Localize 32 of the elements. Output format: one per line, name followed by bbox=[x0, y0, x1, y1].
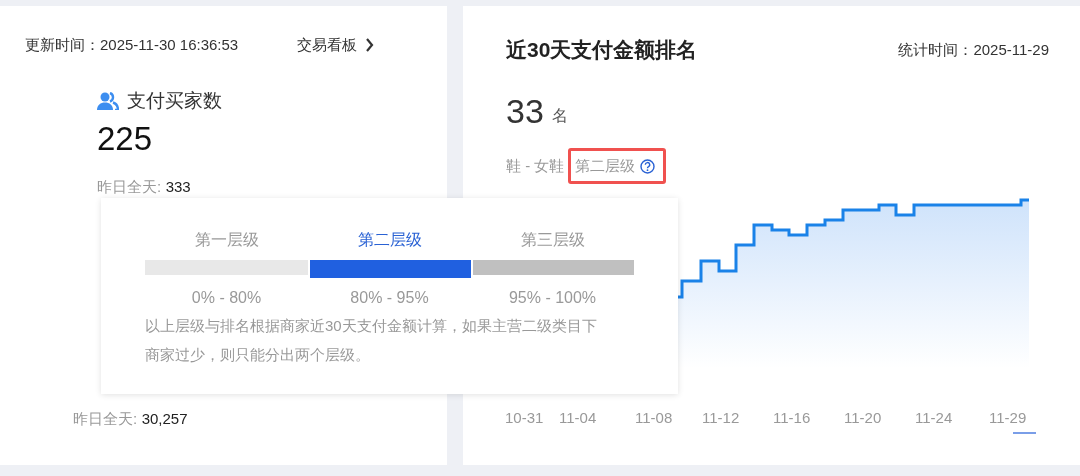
yesterday-label: 昨日全天: bbox=[73, 410, 138, 427]
yesterday-value: 333 bbox=[165, 177, 191, 195]
axis-label: 10-31 bbox=[505, 408, 544, 428]
dashboard-link[interactable]: 交易看板 bbox=[297, 34, 374, 57]
axis-label: 11-08 bbox=[635, 408, 673, 428]
stat-time: 统计时间：2025-11-29 bbox=[898, 39, 1049, 60]
category-label: 鞋 - 女鞋 bbox=[506, 155, 565, 176]
help-icon[interactable] bbox=[640, 158, 656, 174]
metric-value: 225 bbox=[97, 119, 154, 159]
axis-label: 11-24 bbox=[915, 408, 953, 428]
rank-unit: 名 bbox=[551, 105, 568, 126]
tier-range: 95% - 100% bbox=[507, 288, 598, 308]
tier-name: 第二层级 bbox=[356, 230, 423, 250]
axis-label: 11-20 bbox=[844, 408, 882, 428]
tier-range: 0% - 80% bbox=[190, 288, 263, 308]
axis-label: 11-16 bbox=[773, 408, 811, 428]
axis-label: 11-12 bbox=[702, 408, 740, 428]
tier-label: 第二层级 bbox=[568, 147, 667, 184]
tier-name: 第一层级 bbox=[193, 230, 260, 250]
axis-label: 11-04 bbox=[559, 408, 597, 428]
card-title: 近30天支付金额排名 bbox=[506, 37, 698, 63]
users-icon bbox=[97, 91, 119, 110]
chevron-right-icon bbox=[365, 38, 374, 53]
tier-name: 第三层级 bbox=[519, 230, 586, 250]
update-time: 更新时间：2025-11-30 16:36:53 bbox=[25, 35, 239, 55]
axis-label: 11-29 bbox=[989, 408, 1027, 428]
rank-value: 33 bbox=[506, 93, 544, 128]
metric-title: 支付买家数 bbox=[127, 88, 222, 113]
yesterday-value: 30,257 bbox=[141, 410, 188, 427]
tier-note: 以上层级与排名根据商家近30天支付金额计算，如果主营二级类目下商家过少，则只能分出两个层级。 bbox=[145, 316, 598, 365]
tier-range: 80% - 95% bbox=[349, 288, 430, 308]
yesterday-label: 昨日全天: bbox=[97, 177, 162, 195]
